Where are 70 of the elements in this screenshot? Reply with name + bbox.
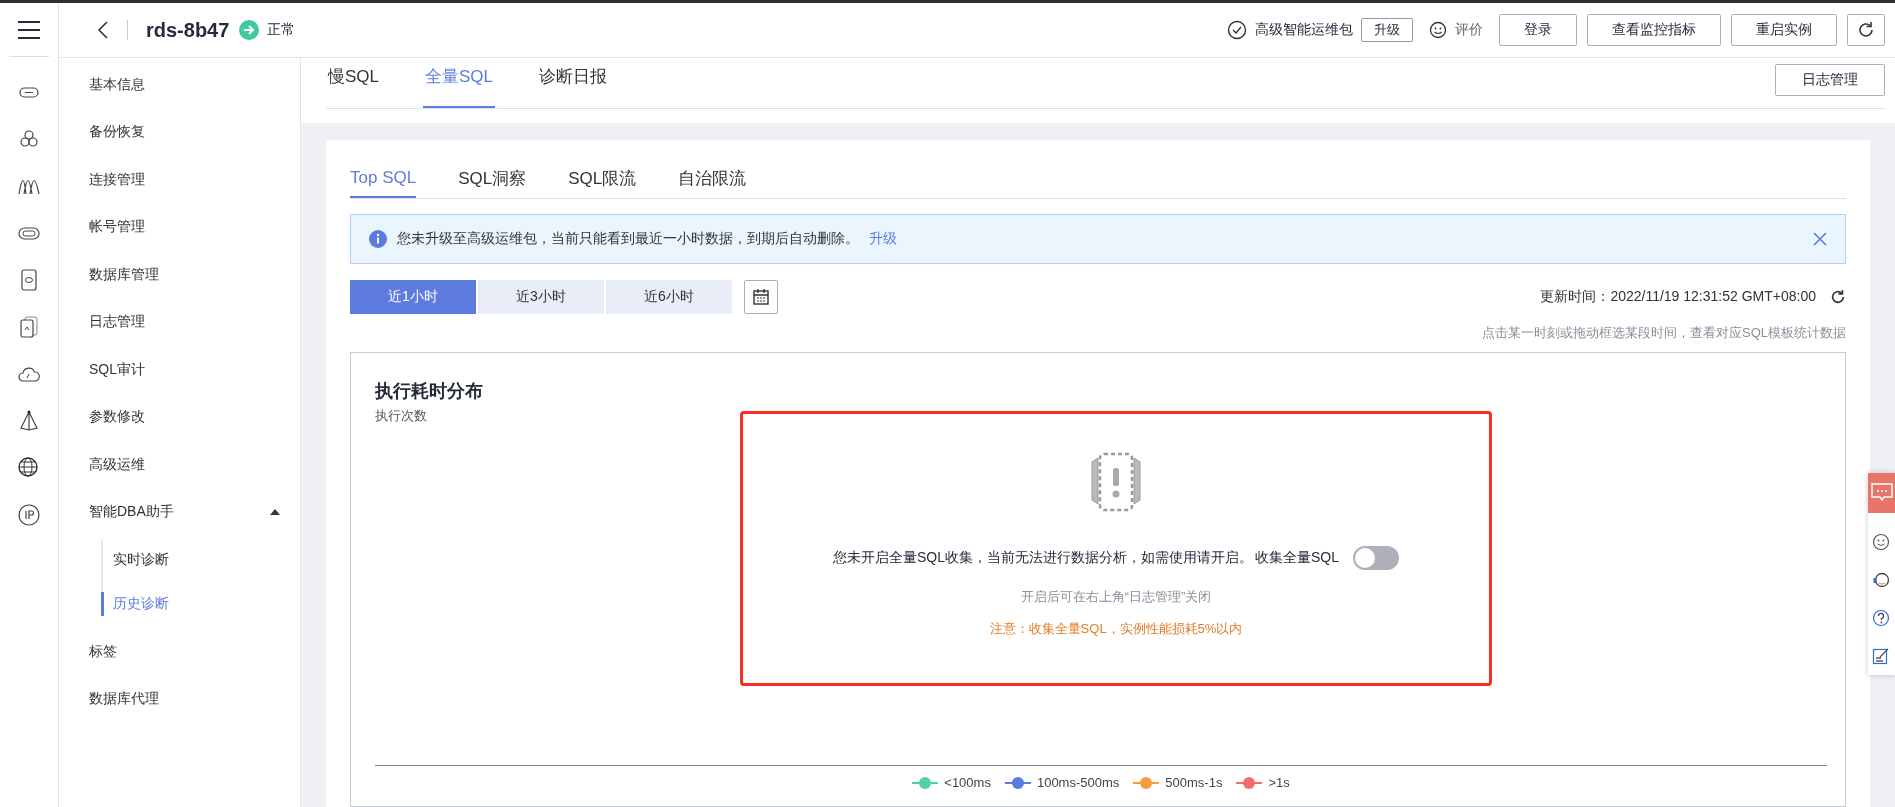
page-tab[interactable]: 全量SQL xyxy=(423,46,496,108)
sidebar-item[interactable]: 智能DBA助手 xyxy=(59,488,300,536)
refresh-icon[interactable] xyxy=(1830,289,1846,305)
chat-icon[interactable] xyxy=(1871,483,1893,503)
collapse-caret-icon[interactable] xyxy=(270,509,280,516)
refresh-icon xyxy=(1857,21,1875,39)
instance-title: rds-8b47 xyxy=(146,18,230,42)
page-tab[interactable]: 诊断日报 xyxy=(537,46,610,108)
collect-toggle[interactable] xyxy=(1353,546,1399,570)
refresh-button[interactable] xyxy=(1847,14,1885,46)
alert-text: 您未升级至高级运维包，当前只能看到最近一小时数据，到期后自动删除。 xyxy=(397,230,859,248)
sidebar-item[interactable]: 备份恢复 xyxy=(59,108,300,156)
back-icon[interactable] xyxy=(97,21,109,39)
pyramid-icon[interactable] xyxy=(17,409,41,433)
header-button[interactable]: 重启实例 xyxy=(1731,14,1837,46)
toggle-label: 收集全量SQL xyxy=(1255,549,1339,567)
edit-icon[interactable] xyxy=(1872,647,1890,665)
sub-tab[interactable]: SQL限流 xyxy=(568,160,637,198)
time-range-button[interactable]: 近6小时 xyxy=(606,280,732,314)
smiley-icon[interactable] xyxy=(1872,533,1890,551)
empty-state-icon xyxy=(1090,452,1142,512)
calendar-button[interactable] xyxy=(744,280,778,314)
legend-item[interactable]: 500ms-1s xyxy=(1133,775,1223,790)
time-range-button[interactable]: 近1小时 xyxy=(350,280,476,314)
axis-label: 执行次数 xyxy=(375,407,428,425)
legend-item[interactable]: 100ms-500ms xyxy=(1004,775,1120,790)
sidebar-item[interactable]: 数据库管理 xyxy=(59,251,300,299)
info-icon xyxy=(369,230,387,248)
header-button[interactable]: 查看监控指标 xyxy=(1587,14,1721,46)
sidebar-item[interactable]: 高级运维 xyxy=(59,441,300,489)
legend-item[interactable]: <100ms xyxy=(912,775,991,790)
sidebar-item[interactable]: 日志管理 xyxy=(59,298,300,346)
time-range-button[interactable]: 近3小时 xyxy=(478,280,604,314)
sidebar-item[interactable]: 数据库代理 xyxy=(59,675,300,723)
sidebar-subitem[interactable]: 实时诊断 xyxy=(101,540,300,580)
close-icon[interactable] xyxy=(1813,232,1827,246)
menu-icon[interactable] xyxy=(17,20,41,40)
upgrade-button[interactable]: 升级 xyxy=(1361,18,1413,42)
smiley-icon[interactable] xyxy=(1429,21,1447,39)
sidebar-item[interactable]: 参数修改 xyxy=(59,393,300,441)
sidebar-item[interactable]: SQL审计 xyxy=(59,346,300,394)
rate-link[interactable]: 评价 xyxy=(1455,21,1483,39)
calendar-icon xyxy=(752,288,770,306)
note-text: 开启后可在右上角“日志管理”关闭 xyxy=(1020,588,1212,606)
chart-title: 执行耗时分布 xyxy=(375,380,484,403)
devices-icon[interactable] xyxy=(17,315,41,339)
sub-tab[interactable]: 自治限流 xyxy=(678,160,747,198)
status-text: 正常 xyxy=(267,21,296,39)
update-time: 更新时间：2022/11/19 12:31:52 GMT+08:00 xyxy=(1540,288,1816,306)
sub-tab[interactable]: Top SQL xyxy=(350,160,417,198)
help-icon[interactable] xyxy=(1872,609,1890,627)
page-tab[interactable]: 慢SQL xyxy=(326,46,382,108)
sub-tab[interactable]: SQL洞察 xyxy=(458,160,527,198)
upgrade-link[interactable]: 升级 xyxy=(869,230,897,248)
warning-text: 注意：收集全量SQL，实例性能损耗5%以内 xyxy=(989,620,1243,638)
ip-icon[interactable] xyxy=(17,503,41,527)
header-button[interactable]: 登录 xyxy=(1499,14,1577,46)
sidebar-item[interactable]: 标签 xyxy=(59,628,300,676)
hint-text: 点击某一时刻或拖动框选某段时间，查看对应SQL模板统计数据 xyxy=(1481,324,1846,342)
check-circle-icon xyxy=(1227,20,1247,40)
empty-message: 您未开启全量SQL收集，当前无法进行数据分析，如需使用请开启。 xyxy=(833,549,1253,567)
sidebar-item[interactable]: 帐号管理 xyxy=(59,203,300,251)
legend-item[interactable]: >1s xyxy=(1236,775,1290,790)
package-label: 高级智能运维包 xyxy=(1255,21,1353,39)
sidebar-item[interactable]: 连接管理 xyxy=(59,156,300,204)
status-icon xyxy=(239,20,260,40)
headset-icon[interactable] xyxy=(1872,571,1890,589)
sidebar-item[interactable]: 基本信息 xyxy=(59,61,300,109)
globe-icon[interactable] xyxy=(17,456,41,480)
log-management-button[interactable]: 日志管理 xyxy=(1775,64,1885,96)
